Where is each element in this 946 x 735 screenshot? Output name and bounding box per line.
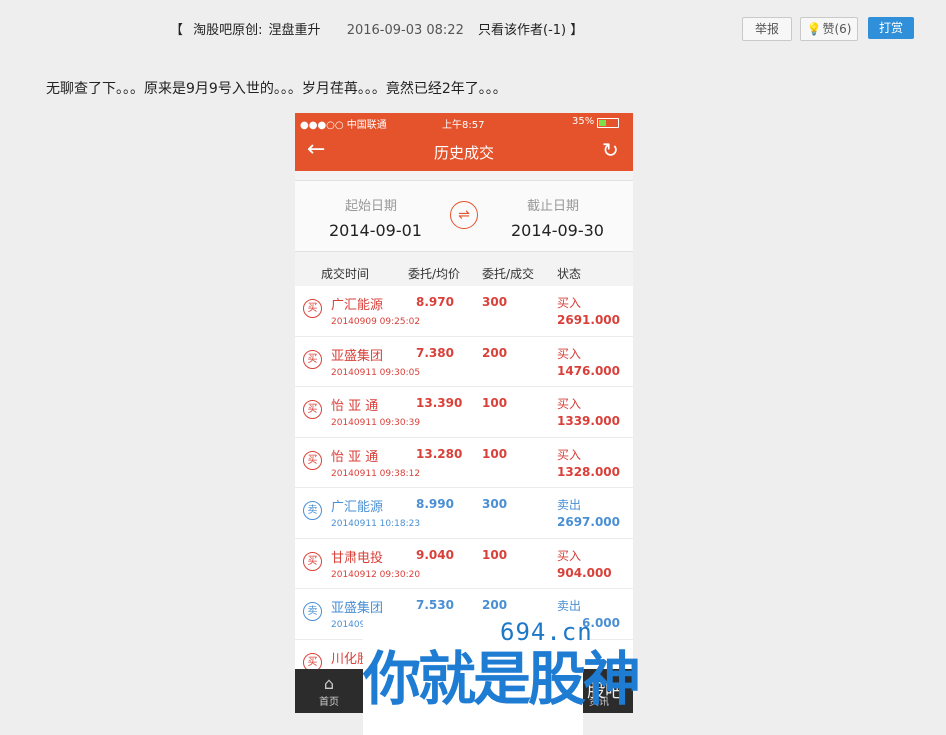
trade-row: 买广汇能源 20140909 09:25:02 8.970 300 买入 2691.000 bbox=[295, 286, 633, 337]
end-date-label: 截止日期 bbox=[527, 199, 580, 214]
post-date: 2016-09-03 08:22 bbox=[346, 23, 464, 38]
report-button[interactable]: 举报 bbox=[742, 17, 792, 41]
trade-quantity: 300 bbox=[482, 497, 508, 511]
trade-row: 卖广汇能源 20140911 10:18:23 8.990 300 卖出 2697.000 bbox=[295, 488, 633, 539]
trade-side-badge: 买 bbox=[303, 450, 322, 470]
trade-row: 买怡 亚 通 20140911 09:38:12 13.280 100 买入 1328.0… bbox=[295, 437, 633, 488]
trade-amount: 904.000 bbox=[557, 565, 612, 580]
stock-name: 怡 亚 通 bbox=[331, 399, 379, 414]
trade-quantity: 300 bbox=[482, 295, 508, 309]
trade-quantity: 100 bbox=[482, 547, 508, 562]
stock-name: 怡 亚 通 bbox=[331, 449, 379, 465]
trade-row: 买甘肃电投 20140912 09:30:20 9.040 100 买入 904.000 bbox=[295, 538, 633, 589]
trade-quantity: 100 bbox=[482, 446, 508, 461]
bracket-close: 】 bbox=[570, 23, 584, 38]
trade-price: 13.280 bbox=[416, 446, 463, 461]
trade-direction: 买入 bbox=[557, 346, 582, 361]
trade-timestamp: 20140911 09:38:12 bbox=[331, 468, 421, 479]
trade-amount: 1476.000 bbox=[557, 363, 621, 378]
trade-amount: 2691.000 bbox=[557, 313, 621, 327]
trade-side-badge: 买 bbox=[303, 400, 322, 419]
trade-side-badge: 买 bbox=[303, 349, 322, 369]
trade-quantity: 100 bbox=[482, 396, 508, 410]
trade-direction: 卖出 bbox=[557, 498, 582, 512]
trade-timestamp: 20140911 09:30:39 bbox=[331, 418, 421, 428]
trade-amount: 1339.000 bbox=[557, 414, 621, 428]
battery-icon bbox=[597, 118, 619, 128]
trade-timestamp: 20140909 09:25:02 bbox=[331, 317, 421, 327]
end-date-value: 2014-09-30 bbox=[511, 221, 604, 240]
watermark-domain: 694.cn bbox=[500, 618, 593, 646]
trade-price: 8.990 bbox=[416, 497, 454, 511]
trade-timestamp: 20140911 10:18:23 bbox=[331, 519, 421, 529]
start-date-label: 起始日期 bbox=[345, 199, 398, 214]
only-author-link[interactable]: 只看该作者(-1) bbox=[478, 23, 566, 38]
trade-row: 买亚盛集团 20140911 09:30:05 7.380 200 买入 1476.000 bbox=[295, 336, 633, 387]
trade-amount: 2697.000 bbox=[557, 515, 621, 529]
post-meta: 【 淘股吧原创: 涅盘重升 2016-09-03 08:22 只看该作者(-1) … bbox=[170, 19, 583, 38]
col-order-price: 委托/均价 bbox=[408, 267, 461, 281]
stock-name: 广汇能源 bbox=[331, 500, 384, 515]
trade-side-badge: 卖 bbox=[303, 501, 322, 520]
post-header: 【 淘股吧原创: 涅盘重升 2016-09-03 08:22 只看该作者(-1) … bbox=[0, 15, 946, 41]
refresh-icon: ↻ bbox=[602, 138, 619, 162]
start-date-value: 2014-09-01 bbox=[329, 221, 422, 240]
bracket-open: 【 bbox=[170, 23, 184, 38]
trade-quantity: 200 bbox=[482, 598, 508, 612]
col-trade-time: 成交时间 bbox=[321, 267, 370, 281]
battery-percent: 35% bbox=[572, 116, 595, 127]
like-count: 赞(6) bbox=[822, 22, 852, 36]
carrier-label: ●●●○○ 中国联通 bbox=[300, 120, 387, 131]
lightbulb-icon: 💡 bbox=[806, 22, 822, 36]
trade-timestamp: 20140912 09:30:20 bbox=[331, 569, 421, 580]
post-author-title[interactable]: 涅盘重升 bbox=[269, 23, 321, 38]
trade-quantity: 200 bbox=[482, 345, 508, 360]
trade-amount: 1328.000 bbox=[557, 464, 621, 479]
reward-button[interactable]: 打赏 bbox=[868, 17, 914, 39]
stock-name: 亚盛集团 bbox=[331, 601, 384, 616]
stock-name: 亚盛集团 bbox=[331, 348, 384, 364]
trade-direction: 买入 bbox=[557, 296, 582, 310]
date-range-selector: 起始日期 2014-09-01 ⇌ 截止日期 2014-09-30 bbox=[295, 180, 633, 252]
trade-price: 7.380 bbox=[416, 345, 454, 360]
trade-side-badge: 卖 bbox=[303, 602, 322, 621]
trade-price: 7.530 bbox=[416, 598, 454, 612]
post-body-text: 无聊查了下。。。原来是9月9号入世的。。。岁月荏苒。。。竟然已经2年了。。。 bbox=[46, 81, 507, 97]
tab-home-label: 首页 bbox=[319, 697, 339, 708]
col-order-qty: 委托/成交 bbox=[482, 267, 535, 281]
trade-direction: 买入 bbox=[557, 447, 582, 462]
trade-table-header: 成交时间 委托/均价 委托/成交 状态 bbox=[295, 260, 633, 286]
trade-price: 9.040 bbox=[416, 547, 454, 562]
phone-page-title: 历史成交 bbox=[433, 144, 494, 162]
trade-direction: 卖出 bbox=[557, 599, 582, 613]
trade-row: 买怡 亚 通 20140911 09:30:39 13.390 100 买入 1339.0… bbox=[295, 387, 633, 438]
phone-status-bar: ●●●○○ 中国联通 上午8:57 35% bbox=[295, 113, 633, 131]
tab-home: ⌂ 首页 bbox=[309, 674, 349, 709]
trade-direction: 买入 bbox=[557, 397, 582, 411]
trade-price: 8.970 bbox=[416, 295, 454, 309]
trade-price: 13.390 bbox=[416, 396, 463, 410]
trade-side-badge: 买 bbox=[303, 299, 322, 318]
col-status: 状态 bbox=[557, 267, 582, 281]
like-button[interactable]: 💡赞(6) bbox=[800, 17, 858, 41]
status-time: 上午8:57 bbox=[442, 120, 485, 131]
phone-nav-bar: ← 历史成交 ↻ bbox=[295, 131, 633, 171]
trade-timestamp: 20140911 09:30:05 bbox=[331, 367, 421, 378]
watermark-slogan: 你就是股神 bbox=[363, 645, 641, 713]
home-icon: ⌂ bbox=[323, 674, 335, 693]
swap-icon: ⇌ bbox=[450, 201, 478, 229]
stock-name: 广汇能源 bbox=[331, 298, 384, 313]
post-source: 淘股吧原创: bbox=[193, 23, 263, 38]
stock-name: 甘肃电投 bbox=[331, 550, 384, 566]
trade-direction: 买入 bbox=[557, 548, 582, 563]
trade-side-badge: 买 bbox=[303, 551, 322, 571]
